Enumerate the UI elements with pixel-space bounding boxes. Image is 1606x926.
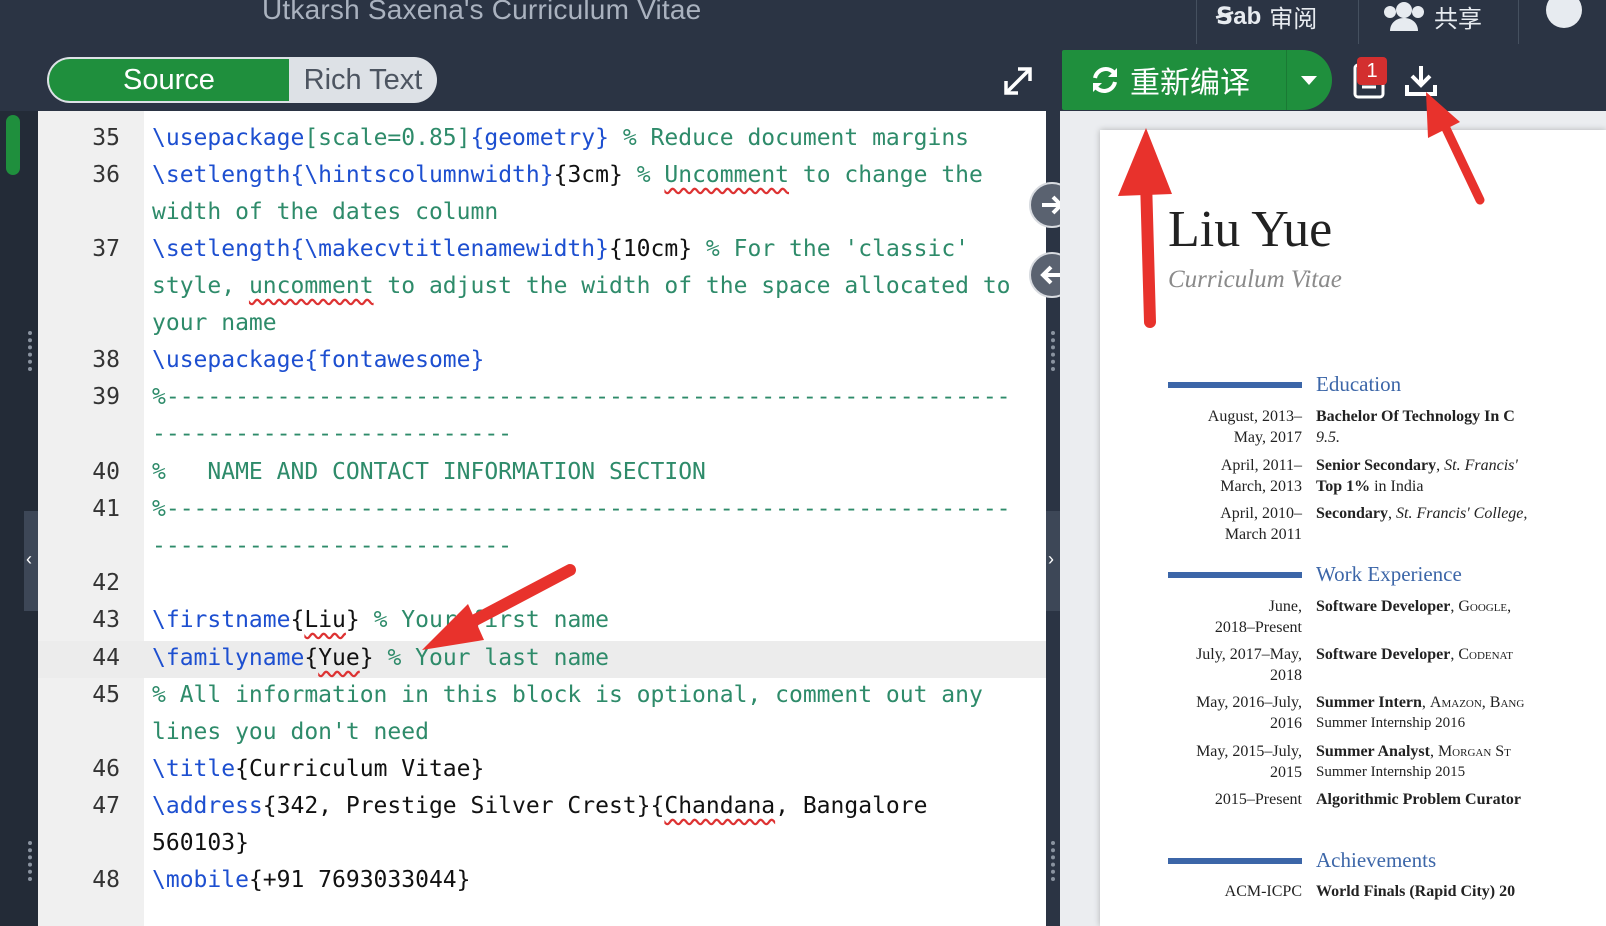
annotation-arrow [422, 92, 1485, 650]
